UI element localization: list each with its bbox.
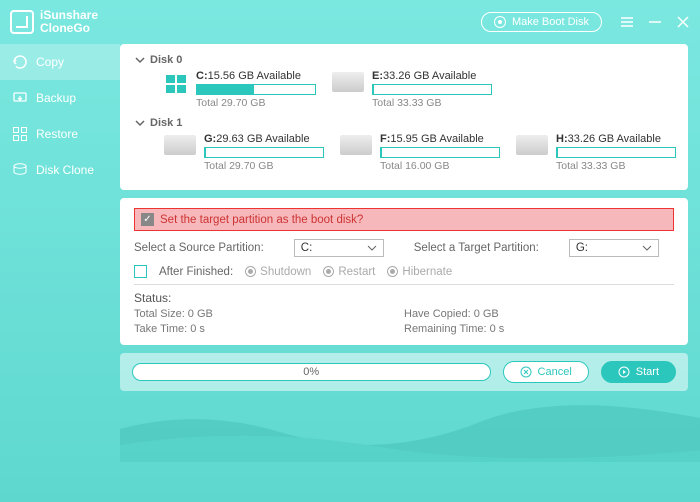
disk-label: Disk 0: [150, 54, 182, 66]
disc-icon: [494, 16, 506, 28]
backup-icon: [12, 90, 28, 106]
disk-header[interactable]: Disk 0: [134, 54, 674, 66]
partition-title: F:15.95 GB Available: [380, 133, 500, 145]
drive-icon: [164, 135, 196, 155]
chevron-down-icon: [134, 54, 146, 66]
cancel-label: Cancel: [538, 366, 572, 378]
status-header: Status:: [134, 291, 404, 305]
progress-bar: 0%: [132, 363, 491, 381]
usage-bar: [372, 84, 492, 95]
partition-item[interactable]: C:15.56 GB Available Total 29.70 GB: [164, 70, 316, 109]
drive-icon: [332, 72, 364, 92]
source-partition-select[interactable]: C:: [294, 239, 384, 257]
app-title-line2: CloneGo: [40, 22, 98, 35]
windows-icon: [164, 72, 188, 96]
status-take-time: Take Time: 0 s: [134, 323, 404, 335]
sidebar-item-label: Copy: [36, 55, 64, 69]
boot-disk-option-row[interactable]: ✓ Set the target partition as the boot d…: [134, 208, 674, 231]
chevron-down-icon: [134, 117, 146, 129]
restore-icon: [12, 126, 28, 142]
make-boot-label: Make Boot Disk: [512, 16, 589, 28]
radio-label: Hibernate: [402, 266, 452, 278]
partition-title: H:33.26 GB Available: [556, 133, 676, 145]
sidebar-item-label: Backup: [36, 91, 76, 105]
usage-bar: [556, 147, 676, 158]
shutdown-radio[interactable]: Shutdown: [245, 266, 311, 278]
status-have-copied: Have Copied: 0 GB: [404, 308, 674, 320]
chevron-down-icon: [367, 243, 377, 253]
minimize-button[interactable]: [648, 15, 662, 29]
after-finished-checkbox[interactable]: [134, 265, 147, 278]
cancel-icon: [520, 366, 532, 378]
partition-item[interactable]: E:33.26 GB Available Total 33.33 GB: [332, 70, 492, 109]
radio-label: Restart: [338, 266, 375, 278]
titlebar: iSunshare CloneGo Make Boot Disk: [0, 0, 700, 44]
sidebar-item-label: Disk Clone: [36, 163, 94, 177]
partition-total: Total 16.00 GB: [380, 160, 500, 172]
sidebar-item-restore[interactable]: Restore: [0, 116, 120, 152]
source-partition-label: Select a Source Partition:: [134, 242, 264, 254]
decorative-landscape: [120, 382, 700, 462]
partition-title: E:33.26 GB Available: [372, 70, 492, 82]
start-label: Start: [636, 366, 659, 378]
partition-total: Total 29.70 GB: [196, 97, 316, 109]
partition-total: Total 29.70 GB: [204, 160, 324, 172]
partition-item[interactable]: H:33.26 GB Available Total 33.33 GB: [516, 133, 676, 172]
sidebar-item-backup[interactable]: Backup: [0, 80, 120, 116]
radio-icon: [387, 266, 398, 277]
usage-bar: [196, 84, 316, 95]
source-value: C:: [301, 242, 313, 254]
logo-icon: [10, 10, 34, 34]
cancel-button[interactable]: Cancel: [503, 361, 589, 383]
app-title: iSunshare CloneGo: [40, 9, 98, 35]
partition-total: Total 33.33 GB: [372, 97, 492, 109]
play-icon: [618, 366, 630, 378]
target-partition-select[interactable]: G:: [569, 239, 659, 257]
target-partition-label: Select a Target Partition:: [414, 242, 539, 254]
status-remaining-time: Remaining Time: 0 s: [404, 323, 674, 335]
radio-icon: [323, 266, 334, 277]
status-total-size: Total Size: 0 GB: [134, 308, 404, 320]
drive-icon: [516, 135, 548, 155]
partition-item[interactable]: G:29.63 GB Available Total 29.70 GB: [164, 133, 324, 172]
sidebar-item-copy[interactable]: Copy: [0, 44, 120, 80]
radio-icon: [245, 266, 256, 277]
start-button[interactable]: Start: [601, 361, 676, 383]
sidebar-item-label: Restore: [36, 127, 78, 141]
target-value: G:: [576, 242, 588, 254]
sidebar-item-diskclone[interactable]: Disk Clone: [0, 152, 120, 188]
config-panel: ✓ Set the target partition as the boot d…: [120, 198, 688, 345]
partition-total: Total 33.33 GB: [556, 160, 676, 172]
disk-clone-icon: [12, 162, 28, 178]
chevron-down-icon: [642, 243, 652, 253]
disk-label: Disk 1: [150, 117, 182, 129]
partition-title: C:15.56 GB Available: [196, 70, 316, 82]
boot-disk-label: Set the target partition as the boot dis…: [160, 214, 363, 226]
sidebar: Copy Backup Restore Disk Clone: [0, 44, 120, 502]
progress-value: 0%: [303, 366, 319, 378]
checkbox-checked-icon: ✓: [141, 213, 154, 226]
app-logo: iSunshare CloneGo: [10, 9, 98, 35]
status-grid: Status: Total Size: 0 GB Have Copied: 0 …: [134, 291, 674, 335]
partition-title: G:29.63 GB Available: [204, 133, 324, 145]
drive-icon: [340, 135, 372, 155]
disks-panel: Disk 0 C:15.56 GB Available Total 29.70 GB…: [120, 44, 688, 190]
radio-label: Shutdown: [260, 266, 311, 278]
hibernate-radio[interactable]: Hibernate: [387, 266, 452, 278]
usage-bar: [204, 147, 324, 158]
usage-bar: [380, 147, 500, 158]
copy-icon: [12, 54, 28, 70]
disk-header[interactable]: Disk 1: [134, 117, 674, 129]
bottom-bar: 0% Cancel Start: [120, 353, 688, 391]
make-boot-disk-button[interactable]: Make Boot Disk: [481, 12, 602, 32]
menu-button[interactable]: [620, 15, 634, 29]
close-button[interactable]: [676, 15, 690, 29]
restart-radio[interactable]: Restart: [323, 266, 375, 278]
partition-item[interactable]: F:15.95 GB Available Total 16.00 GB: [340, 133, 500, 172]
after-finished-label: After Finished:: [159, 266, 233, 278]
